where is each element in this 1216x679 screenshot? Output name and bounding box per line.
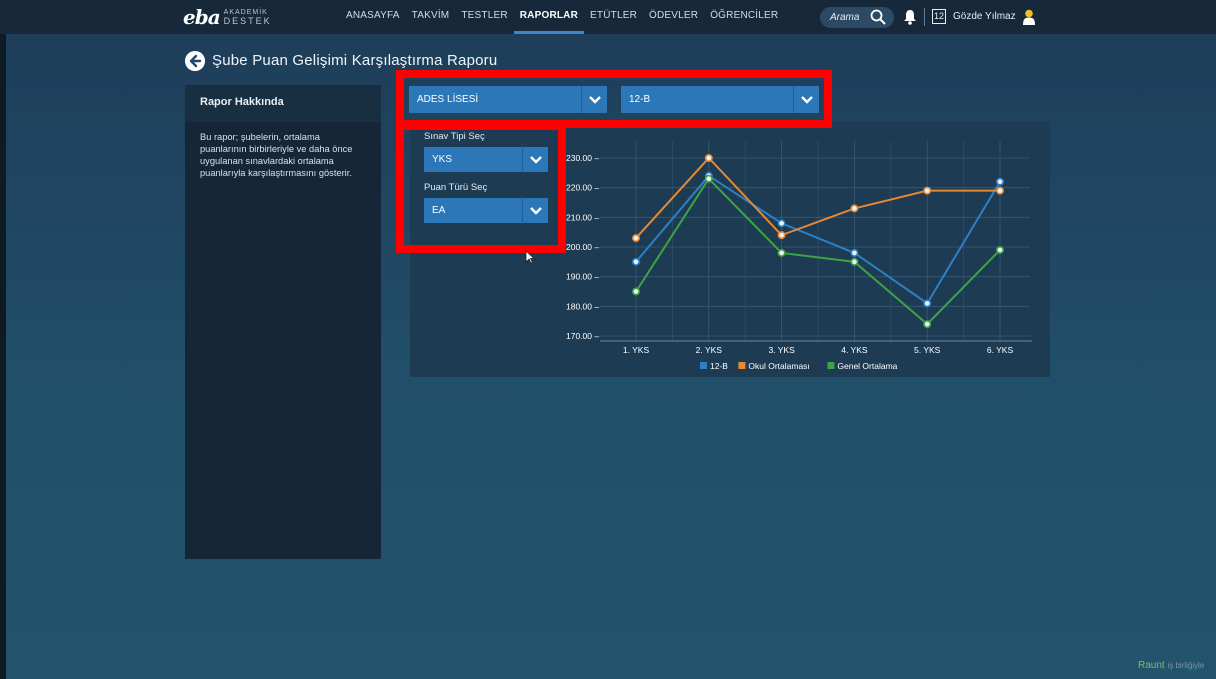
series-point — [923, 320, 932, 329]
nav-item-öğrenci̇ler[interactable]: ÖĞRENCİLER — [704, 0, 784, 34]
legend-label: Genel Ortalama — [837, 361, 897, 371]
y-tick-label: 220.00 – — [566, 183, 599, 193]
eba-logo[interactable]: eba AKADEMİK DESTEK — [183, 5, 272, 29]
search-icon[interactable] — [870, 9, 886, 25]
report-info-line: puanlarıyla karşılaştırmasını gösterir. — [200, 168, 352, 178]
series-point — [777, 219, 786, 228]
series-point — [995, 245, 1004, 254]
report-info-line: uygulanan sınavlardaki ortalama — [200, 156, 334, 166]
x-tick-label: 3. YKS — [768, 345, 795, 355]
y-tick-label: 230.00 – — [566, 153, 599, 163]
report-info-line: puanlarının birbirleriyle ve daha önce — [200, 144, 353, 154]
watermark: Raunt iş birliğiyle — [1138, 660, 1204, 671]
series-point — [850, 248, 859, 257]
series-point — [632, 257, 641, 266]
report-info-description: Bu rapor; şubelerin, ortalama puanlarının… — [185, 122, 381, 179]
nav-item-raporlar[interactable]: RAPORLAR — [513, 0, 585, 34]
nav-item-anasayfa[interactable]: ANASAYFA — [340, 0, 406, 34]
legend-swatch — [700, 362, 707, 369]
nav-item-ödevler[interactable]: ÖDEVLER — [643, 0, 704, 34]
highlight-box-school-class — [396, 70, 832, 128]
logo-line-2: DESTEK — [223, 16, 272, 26]
series-point — [995, 177, 1004, 186]
legend-label: Okul Ortalaması — [748, 361, 809, 371]
page-title: Şube Puan Gelişimi Karşılaştırma Raporu — [212, 52, 498, 69]
nav-item-takvi̇m[interactable]: TAKVİM — [406, 0, 456, 34]
search-placeholder: Arama — [830, 12, 860, 23]
series-point — [777, 231, 786, 240]
series-point — [632, 287, 641, 296]
header-divider — [924, 8, 925, 26]
x-tick-label: 1. YKS — [623, 345, 650, 355]
y-tick-label: 200.00 – — [566, 242, 599, 252]
x-tick-label: 4. YKS — [841, 345, 868, 355]
series-point — [850, 204, 859, 213]
watermark-brand: Raunt — [1138, 660, 1165, 671]
legend-swatch — [827, 362, 835, 369]
y-tick-label: 170.00 – — [566, 331, 599, 341]
top-navigation-bar: eba AKADEMİK DESTEK ANASAYFA TAKVİM TESTLE… — [0, 0, 1216, 34]
y-tick-label: 210.00 – — [566, 212, 599, 222]
user-icon[interactable] — [1023, 9, 1035, 25]
x-tick-label: 2. YKS — [696, 345, 723, 355]
logo-text: AKADEMİK DESTEK — [223, 9, 272, 26]
legend-swatch — [738, 362, 746, 369]
series-point — [923, 186, 932, 195]
calendar-icon[interactable]: 12 — [932, 9, 946, 24]
report-info-panel: Rapor Hakkında Bu rapor; şubelerin, orta… — [185, 85, 381, 559]
series-point — [850, 257, 859, 266]
mouse-cursor-icon — [525, 250, 535, 264]
main-nav: ANASAYFA TAKVİM TESTLER RAPORLAR ETÜTLER ÖDEV… — [340, 0, 784, 34]
series-point — [923, 299, 932, 308]
series-point — [704, 153, 713, 162]
y-tick-label: 190.00 – — [566, 272, 599, 282]
nav-item-etütler[interactable]: ETÜTLER — [584, 0, 643, 34]
logo-mark: eba — [183, 5, 221, 29]
highlight-box-filters — [396, 122, 566, 253]
legend-label: 12-B — [710, 361, 728, 371]
series-point — [777, 248, 786, 257]
x-tick-label: 6. YKS — [987, 345, 1014, 355]
x-tick-label: 5. YKS — [914, 345, 941, 355]
user-name[interactable]: Gözde Yılmaz — [953, 11, 1016, 22]
bell-icon[interactable] — [903, 9, 917, 25]
window-edge — [0, 0, 6, 679]
nav-item-testler[interactable]: TESTLER — [455, 0, 513, 34]
report-info-heading: Rapor Hakkında — [185, 85, 381, 122]
series-point — [704, 174, 713, 183]
series-point — [995, 186, 1004, 195]
y-tick-label: 180.00 – — [566, 301, 599, 311]
series-point — [632, 234, 641, 243]
watermark-rest: iş birliğiyle — [1167, 661, 1205, 670]
report-info-line: Bu rapor; şubelerin, ortalama — [200, 132, 320, 142]
back-arrow-icon[interactable] — [185, 51, 205, 71]
